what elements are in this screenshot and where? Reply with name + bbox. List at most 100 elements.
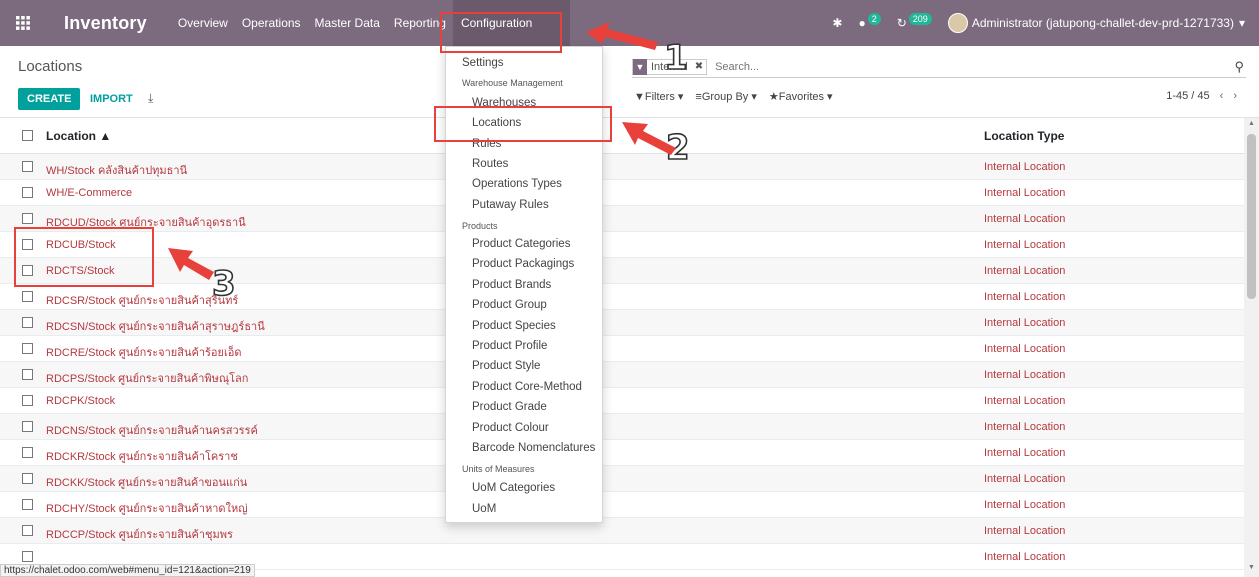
dropdown-item-putaway-rules[interactable]: Putaway Rules (472, 199, 549, 211)
pager-prev-icon[interactable]: ‹ (1220, 90, 1224, 102)
table-row[interactable]: RDCPS/Stock ศูนย์กระจายสินค้าพิษณุโลก Int… (0, 362, 1244, 388)
table-row[interactable]: WH/Stock คลังสินค้าปทุมธานี Internal Loca… (0, 154, 1244, 180)
filters-dropdown[interactable]: ▼Filters ▾ (634, 90, 683, 103)
dropdown-item-product-core-method[interactable]: Product Core-Method (472, 381, 582, 393)
menu-overview[interactable]: Overview (171, 0, 235, 46)
create-button[interactable]: CREATE (18, 88, 81, 110)
import-button[interactable]: IMPORT (90, 93, 133, 105)
dropdown-item-barcode-nomenclatures[interactable]: Barcode Nomenclatures (472, 442, 595, 454)
table-row[interactable]: WH/E-Commerce Internal Location (0, 180, 1244, 206)
dropdown-item-settings[interactable]: Settings (462, 57, 504, 69)
row-location[interactable]: RDCSN/Stock ศูนย์กระจายสินค้าสุราษฎร์ธาน… (46, 317, 265, 335)
table-row[interactable]: RDCPK/Stock Internal Location (0, 388, 1244, 414)
row-location[interactable]: RDCHY/Stock ศูนย์กระจายสินค้าหาดใหญ่ (46, 499, 248, 517)
dropdown-section-header: Products (462, 221, 498, 231)
table-row[interactable]: RDCKK/Stock ศูนย์กระจายสินค้าขอนแก่น Inte… (0, 466, 1244, 492)
column-header-location-type[interactable]: Location Type (984, 129, 1064, 143)
scroll-thumb[interactable] (1247, 134, 1256, 299)
select-all-checkbox[interactable] (22, 130, 33, 141)
table-row[interactable]: RDCHY/Stock ศูนย์กระจายสินค้าหาดใหญ่ Inte… (0, 492, 1244, 518)
table-row[interactable]: RDCRE/Stock ศูนย์กระจายสินค้าร้อยเอ็ด Int… (0, 336, 1244, 362)
dropdown-item-uom[interactable]: UoM (472, 503, 496, 515)
row-location[interactable]: RDCCP/Stock ศูนย์กระจายสินค้าชุมพร (46, 525, 233, 543)
dropdown-item-product-species[interactable]: Product Species (472, 320, 556, 332)
row-location[interactable]: RDCPK/Stock (46, 395, 115, 407)
row-checkbox[interactable] (22, 499, 33, 510)
groupby-dropdown[interactable]: ≡Group By ▾ (695, 90, 756, 103)
row-checkbox[interactable] (22, 213, 33, 224)
chat-menu[interactable]: ● 2 (858, 13, 881, 30)
app-brand[interactable]: Inventory (64, 13, 147, 34)
favorites-dropdown[interactable]: ★Favorites ▾ (769, 90, 833, 103)
row-checkbox[interactable] (22, 395, 33, 406)
row-location-type: Internal Location (984, 369, 1066, 381)
row-location[interactable]: RDCKK/Stock ศูนย์กระจายสินค้าขอนแก่น (46, 473, 247, 491)
row-location[interactable]: RDCRE/Stock ศูนย์กระจายสินค้าร้อยเอ็ด (46, 343, 241, 361)
annotation-box-rows (14, 227, 154, 287)
menu-operations[interactable]: Operations (235, 0, 308, 46)
row-checkbox[interactable] (22, 161, 33, 172)
menu-master-data[interactable]: Master Data (308, 0, 387, 46)
chevron-down-icon: ▾ (1238, 16, 1245, 30)
bug-icon[interactable]: ✱ (832, 16, 842, 30)
dropdown-item-product-categories[interactable]: Product Categories (472, 238, 570, 250)
navbar-systray: ✱ ● 2 ↻ 209 Administrator (jatupong-challe… (832, 0, 1245, 46)
activity-menu[interactable]: ↻ 209 (897, 13, 932, 30)
row-location[interactable]: RDCSR/Stock ศูนย์กระจายสินค้าสุรินทร์ (46, 291, 238, 309)
scroll-up-icon[interactable]: ▲ (1248, 120, 1255, 127)
row-checkbox[interactable] (22, 343, 33, 354)
chat-icon: ● (858, 16, 866, 30)
download-icon[interactable]: ⤓ (148, 91, 153, 106)
dropdown-item-product-grade[interactable]: Product Grade (472, 401, 547, 413)
pager-next-icon[interactable]: › (1233, 90, 1237, 102)
activity-count-badge: 209 (908, 13, 932, 25)
row-checkbox[interactable] (22, 369, 33, 380)
table-row[interactable]: RDCUD/Stock ศูนย์กระจายสินค้าอุดรธานี Int… (0, 206, 1244, 232)
column-header-location[interactable]: Location ▲ (46, 129, 111, 143)
row-checkbox[interactable] (22, 291, 33, 302)
row-checkbox[interactable] (22, 447, 33, 458)
dropdown-item-product-packagings[interactable]: Product Packagings (472, 258, 574, 270)
row-checkbox[interactable] (22, 473, 33, 484)
table-row[interactable]: RDCKR/Stock ศูนย์กระจายสินค้าโคราช Intern… (0, 440, 1244, 466)
row-location[interactable]: WH/E-Commerce (46, 187, 132, 199)
search-icon[interactable]: ⚲ (1234, 59, 1244, 75)
table-row[interactable]: RDCTS/Stock Internal Location (0, 258, 1244, 284)
dropdown-item-uom-categories[interactable]: UoM Categories (472, 482, 555, 494)
table-row[interactable]: RDCSN/Stock ศูนย์กระจายสินค้าสุราษฎร์ธาน… (0, 310, 1244, 336)
row-checkbox[interactable] (22, 187, 33, 198)
user-menu[interactable]: Administrator (jatupong-challet-dev-prd-… (947, 13, 1245, 33)
breadcrumb: Locations (18, 58, 83, 75)
row-checkbox[interactable] (22, 317, 33, 328)
row-location[interactable]: WH/Stock คลังสินค้าปทุมธานี (46, 161, 187, 179)
dropdown-item-operations-types[interactable]: Operations Types (472, 178, 562, 190)
dropdown-item-product-group[interactable]: Product Group (472, 299, 547, 311)
dropdown-item-product-style[interactable]: Product Style (472, 360, 540, 372)
row-location[interactable]: RDCKR/Stock ศูนย์กระจายสินค้าโคราช (46, 447, 238, 465)
dropdown-item-product-brands[interactable]: Product Brands (472, 279, 551, 291)
dropdown-item-product-profile[interactable]: Product Profile (472, 340, 547, 352)
dropdown-item-routes[interactable]: Routes (472, 158, 508, 170)
row-checkbox[interactable] (22, 551, 33, 562)
row-checkbox[interactable] (22, 421, 33, 432)
row-location[interactable]: RDCPS/Stock ศูนย์กระจายสินค้าพิษณุโลก (46, 369, 248, 387)
top-navbar: Inventory Overview Operations Master Dat… (0, 0, 1259, 46)
annotation-number-1: 1 (663, 37, 688, 79)
scroll-down-icon[interactable]: ▼ (1248, 564, 1255, 571)
dropdown-item-product-colour[interactable]: Product Colour (472, 422, 549, 434)
row-location-type: Internal Location (984, 187, 1066, 199)
table-row[interactable]: RDCCP/Stock ศูนย์กระจายสินค้าชุมพร Intern… (0, 518, 1244, 544)
row-location[interactable]: RDCNS/Stock ศูนย์กระจายสินค้านครสวรรค์ (46, 421, 258, 439)
row-checkbox[interactable] (22, 525, 33, 536)
pager-value[interactable]: 1-45 / 45 (1166, 90, 1209, 102)
row-location-type: Internal Location (984, 525, 1066, 537)
table-row[interactable]: RDCSR/Stock ศูนย์กระจายสินค้าสุรินทร์ Int… (0, 284, 1244, 310)
search-input[interactable] (713, 59, 1194, 74)
close-icon[interactable]: ✖ (692, 61, 706, 72)
table-row[interactable]: RDCUB/Stock Internal Location (0, 232, 1244, 258)
grid-icon[interactable] (0, 0, 46, 46)
user-name: Administrator (jatupong-challet-dev-prd-… (971, 16, 1234, 30)
annotation-box-locations (434, 106, 612, 142)
scrollbar[interactable]: ▲ ▼ (1244, 118, 1259, 577)
table-row[interactable]: RDCNS/Stock ศูนย์กระจายสินค้านครสวรรค์ In… (0, 414, 1244, 440)
